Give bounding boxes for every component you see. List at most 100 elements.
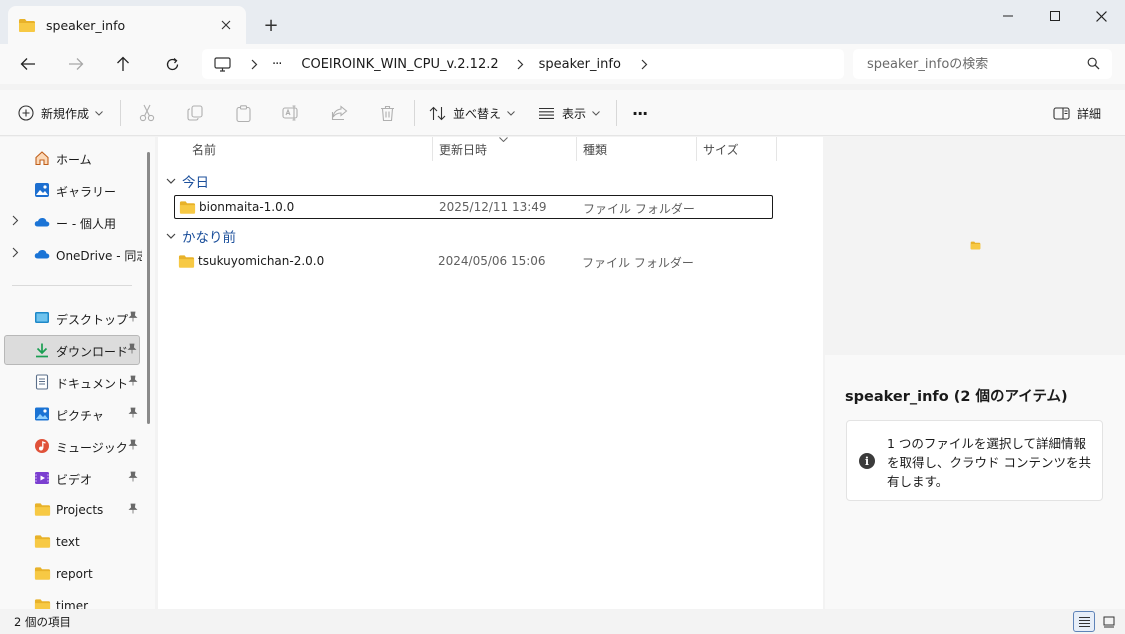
sidebar-item-desktop[interactable]: デスクトップ [4, 303, 140, 333]
column-header-type[interactable]: 種類 [583, 137, 693, 161]
group-label: かなり前 [182, 230, 236, 246]
tab-speaker-info[interactable]: speaker_info [8, 6, 246, 44]
pin-icon[interactable] [128, 439, 138, 453]
file-row-bionmaita[interactable]: bionmaita-1.0.0 2025/12/11 13:49 ファイル フォ… [174, 195, 773, 219]
close-window-button[interactable] [1078, 0, 1124, 32]
column-separator[interactable] [576, 137, 577, 161]
group-header-long-ago[interactable]: かなり前 [166, 226, 236, 246]
close-tab-button[interactable] [216, 15, 236, 35]
rename-button[interactable] [280, 102, 302, 124]
sidebar-item-projects[interactable]: Projects [4, 495, 140, 525]
maximize-button[interactable] [1032, 0, 1078, 32]
pin-icon[interactable] [127, 343, 137, 357]
sidebar-item-downloads[interactable]: ダウンロード [4, 335, 140, 365]
sidebar-scrollbar[interactable] [147, 152, 150, 424]
arrow-right-icon [69, 58, 84, 70]
breadcrumb-speaker-info[interactable]: speaker_info [539, 57, 621, 72]
sidebar-item-timer[interactable]: timer [4, 591, 140, 609]
column-separator[interactable] [776, 137, 777, 161]
pin-icon[interactable] [128, 311, 138, 325]
delete-button[interactable] [376, 102, 398, 124]
file-date: 2024/05/06 15:06 [438, 254, 546, 268]
details-pane-button[interactable]: 詳細 [1053, 98, 1101, 128]
file-row-tsukuyomichan[interactable]: tsukuyomichan-2.0.0 2024/05/06 15:06 ファイ… [174, 250, 773, 274]
chevron-right-icon[interactable] [12, 215, 19, 229]
folder-icon [34, 566, 51, 582]
sidebar-item-label: OneDrive - 同志 [56, 249, 142, 263]
sidebar-item-onedrive-personal[interactable]: ー - 個人用 [4, 207, 140, 237]
breadcrumb-coeiroink[interactable]: COEIROINK_WIN_CPU_v.2.12.2 [301, 57, 498, 72]
copy-icon [187, 105, 203, 121]
column-separator[interactable] [432, 137, 433, 161]
sidebar-item-text[interactable]: text [4, 527, 140, 557]
pin-icon[interactable] [128, 503, 138, 517]
toolbar-divider [616, 100, 617, 126]
search-box[interactable] [853, 49, 1112, 79]
onedrive-icon [34, 214, 50, 230]
view-button[interactable]: 表示 [538, 98, 600, 128]
tab-label: speaker_info [46, 17, 126, 33]
home-icon [34, 150, 50, 166]
video-icon [34, 470, 50, 486]
search-input[interactable] [867, 56, 1077, 72]
breadcrumb-overflow-button[interactable]: ··· [272, 57, 282, 72]
forward-button[interactable] [62, 51, 90, 77]
paste-button[interactable] [232, 102, 254, 124]
chevron-right-icon[interactable] [12, 247, 19, 261]
view-button-label: 表示 [562, 106, 587, 121]
item-count: 2 個の項目 [14, 615, 71, 629]
plus-circle-icon [18, 105, 34, 121]
title-bar: speaker_info + [0, 0, 1125, 44]
copy-button[interactable] [184, 102, 206, 124]
close-icon [221, 20, 231, 30]
navigation-pane: ホーム ギャラリー ー - 個人用 OneDrive - 同志 デスクトップ ダ… [0, 137, 155, 609]
group-label: 今日 [182, 175, 209, 191]
column-name-label: 名前 [192, 142, 217, 157]
chevron-down-icon [592, 110, 600, 116]
column-separator[interactable] [696, 137, 697, 161]
info-text: 1 つのファイルを選択して詳細情報を取得し、クラウド コンテンツを共有します。 [887, 436, 1091, 489]
details-title: speaker_info (2 個のアイテム) [845, 389, 1068, 405]
details-view-button[interactable] [1073, 611, 1095, 632]
sidebar-item-gallery[interactable]: ギャラリー [4, 175, 140, 205]
sidebar-item-pictures[interactable]: ピクチャ [4, 399, 140, 429]
sort-button-label: 並べ替え [453, 106, 502, 121]
sidebar-item-documents[interactable]: ドキュメント [4, 367, 140, 397]
refresh-icon [166, 57, 178, 70]
pin-icon[interactable] [128, 375, 138, 389]
file-name: bionmaita-1.0.0 [199, 200, 295, 214]
large-icons-view-button[interactable] [1098, 611, 1120, 632]
document-icon [34, 374, 50, 390]
pin-icon[interactable] [128, 407, 138, 421]
pin-icon[interactable] [128, 471, 138, 485]
minimize-button[interactable] [985, 0, 1031, 32]
view-list-icon [539, 107, 554, 119]
trash-icon [380, 105, 394, 121]
back-button[interactable] [14, 51, 42, 77]
column-header-date[interactable]: 更新日時 [439, 137, 579, 161]
up-button[interactable] [109, 51, 137, 77]
sidebar-item-onedrive-org[interactable]: OneDrive - 同志 [4, 239, 142, 269]
folder-icon [34, 502, 51, 518]
cut-button[interactable] [136, 102, 158, 124]
new-button[interactable]: 新規作成 [18, 98, 103, 128]
command-bar: 新規作成 並べ替え 表示 ··· 詳細 [0, 90, 1125, 136]
sidebar-item-report[interactable]: report [4, 559, 140, 589]
new-tab-button[interactable]: + [260, 14, 282, 36]
search-icon[interactable] [1087, 57, 1100, 73]
address-bar[interactable]: ··· COEIROINK_WIN_CPU_v.2.12.2 speaker_i… [202, 49, 844, 79]
more-icon: ··· [632, 103, 648, 123]
sidebar-item-home[interactable]: ホーム [4, 143, 140, 173]
sort-button[interactable]: 並べ替え [429, 98, 515, 128]
more-options-button[interactable]: ··· [632, 98, 648, 128]
column-header-name[interactable]: 名前 [192, 137, 432, 161]
sidebar-item-music[interactable]: ミュージック [4, 431, 140, 461]
refresh-button[interactable] [158, 51, 186, 77]
sidebar-item-videos[interactable]: ビデオ [4, 463, 140, 493]
folder-icon [34, 534, 51, 550]
chevron-down-icon [507, 110, 515, 116]
group-header-today[interactable]: 今日 [166, 171, 209, 191]
share-button[interactable] [328, 102, 350, 124]
column-header-size[interactable]: サイズ [703, 137, 773, 161]
file-name: tsukuyomichan-2.0.0 [198, 254, 325, 268]
